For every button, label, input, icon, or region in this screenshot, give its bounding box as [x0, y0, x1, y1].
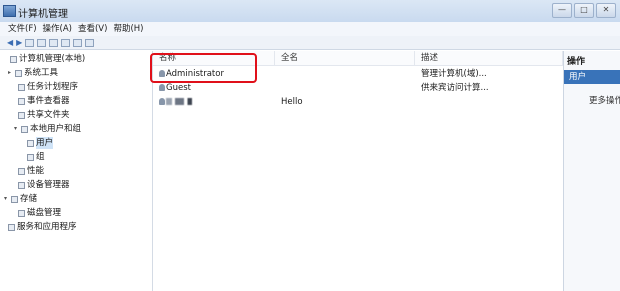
- clock-icon: [18, 83, 25, 91]
- user-name-cell: [159, 96, 196, 108]
- menu-action[interactable]: 操作(A): [43, 22, 72, 36]
- folder-icon: [27, 153, 34, 161]
- toolbar: ◀ ▶: [0, 36, 620, 50]
- tree-item-shared-folders[interactable]: 共享文件夹: [18, 109, 70, 121]
- menu-help[interactable]: 帮助(H): [113, 22, 143, 36]
- tree-item-system-tools[interactable]: ▸ 系统工具: [8, 67, 58, 79]
- console-tree-icon[interactable]: [25, 38, 35, 47]
- tree-item-services-applications[interactable]: 服务和应用程序: [8, 221, 77, 233]
- event-viewer-icon: [18, 97, 25, 105]
- collapse-icon[interactable]: ▾: [4, 193, 9, 205]
- column-header-description[interactable]: 描述: [415, 51, 563, 65]
- collapse-icon[interactable]: ▾: [14, 123, 19, 135]
- actions-title: 操作: [567, 57, 586, 67]
- menu-file[interactable]: 文件(F): [8, 22, 37, 36]
- actions-pane: 操作 用户 更多操作: [563, 51, 620, 291]
- help-icon[interactable]: [73, 38, 83, 47]
- computer-icon: [10, 55, 17, 63]
- minimize-button[interactable]: —: [552, 3, 572, 18]
- actions-section-users[interactable]: 用户: [564, 70, 620, 84]
- performance-icon: [18, 167, 25, 175]
- back-arrow-icon[interactable]: ◀: [7, 38, 13, 47]
- tree-item-users[interactable]: 用户: [27, 137, 54, 149]
- column-header-fullname[interactable]: 全名: [275, 51, 415, 65]
- export-list-icon[interactable]: [61, 38, 71, 47]
- tree-item-storage[interactable]: ▾ 存储: [4, 193, 37, 205]
- user-icon: [159, 98, 165, 105]
- menu-view[interactable]: 查看(V): [78, 22, 107, 36]
- tree-item-local-users-groups[interactable]: ▾ 本地用户和组: [14, 123, 81, 135]
- storage-icon: [11, 195, 18, 203]
- user-icon: [159, 84, 165, 91]
- refresh-icon[interactable]: [49, 38, 59, 47]
- tree-item-performance[interactable]: 性能: [18, 165, 44, 177]
- user-description-cell: 供来宾访问计算...: [421, 83, 489, 93]
- device-manager-icon: [18, 181, 25, 189]
- users-icon: [21, 125, 28, 133]
- user-name-cell: Guest: [159, 82, 191, 94]
- disk-icon: [18, 209, 25, 217]
- title-bar: 计算机管理 — □ ✕: [0, 0, 620, 22]
- window-controls: — □ ✕: [552, 3, 616, 18]
- tree-item-device-manager[interactable]: 设备管理器: [18, 179, 70, 191]
- show-action-pane-icon[interactable]: [85, 38, 95, 47]
- navigation-tree: 计算机管理(本地) ▸ 系统工具 任务计划程序 事件查看器 共享文件夹 ▾ 本地用户…: [0, 51, 153, 291]
- forward-arrow-icon[interactable]: ▶: [16, 38, 22, 47]
- more-actions-link[interactable]: 更多操作: [589, 94, 620, 106]
- maximize-button[interactable]: □: [574, 3, 594, 18]
- tree-item-event-viewer[interactable]: 事件查看器: [18, 95, 70, 107]
- redacted-username: [166, 98, 196, 105]
- tree-item-disk-management[interactable]: 磁盘管理: [18, 207, 61, 219]
- user-fullname-cell: Hello: [281, 97, 303, 107]
- tree-item-task-scheduler[interactable]: 任务计划程序: [18, 81, 78, 93]
- computer-management-icon: [3, 5, 16, 17]
- tools-icon: [15, 69, 22, 77]
- close-button[interactable]: ✕: [596, 3, 616, 18]
- expand-icon[interactable]: ▸: [8, 67, 13, 79]
- highlight-box: [150, 53, 257, 83]
- tree-item-groups[interactable]: 组: [27, 151, 45, 163]
- menu-bar: 文件(F) 操作(A) 查看(V) 帮助(H): [0, 22, 620, 36]
- users-list: 名称 全名 描述 Administrator 管理计算机(域)... Guest…: [153, 51, 563, 291]
- properties-icon[interactable]: [37, 38, 47, 47]
- tree-item-computer-management[interactable]: 计算机管理(本地): [3, 53, 85, 65]
- services-icon: [8, 223, 15, 231]
- window-title: 计算机管理: [18, 9, 68, 20]
- user-description-cell: 管理计算机(域)...: [421, 69, 487, 79]
- folder-icon: [18, 111, 25, 119]
- folder-icon: [27, 139, 34, 147]
